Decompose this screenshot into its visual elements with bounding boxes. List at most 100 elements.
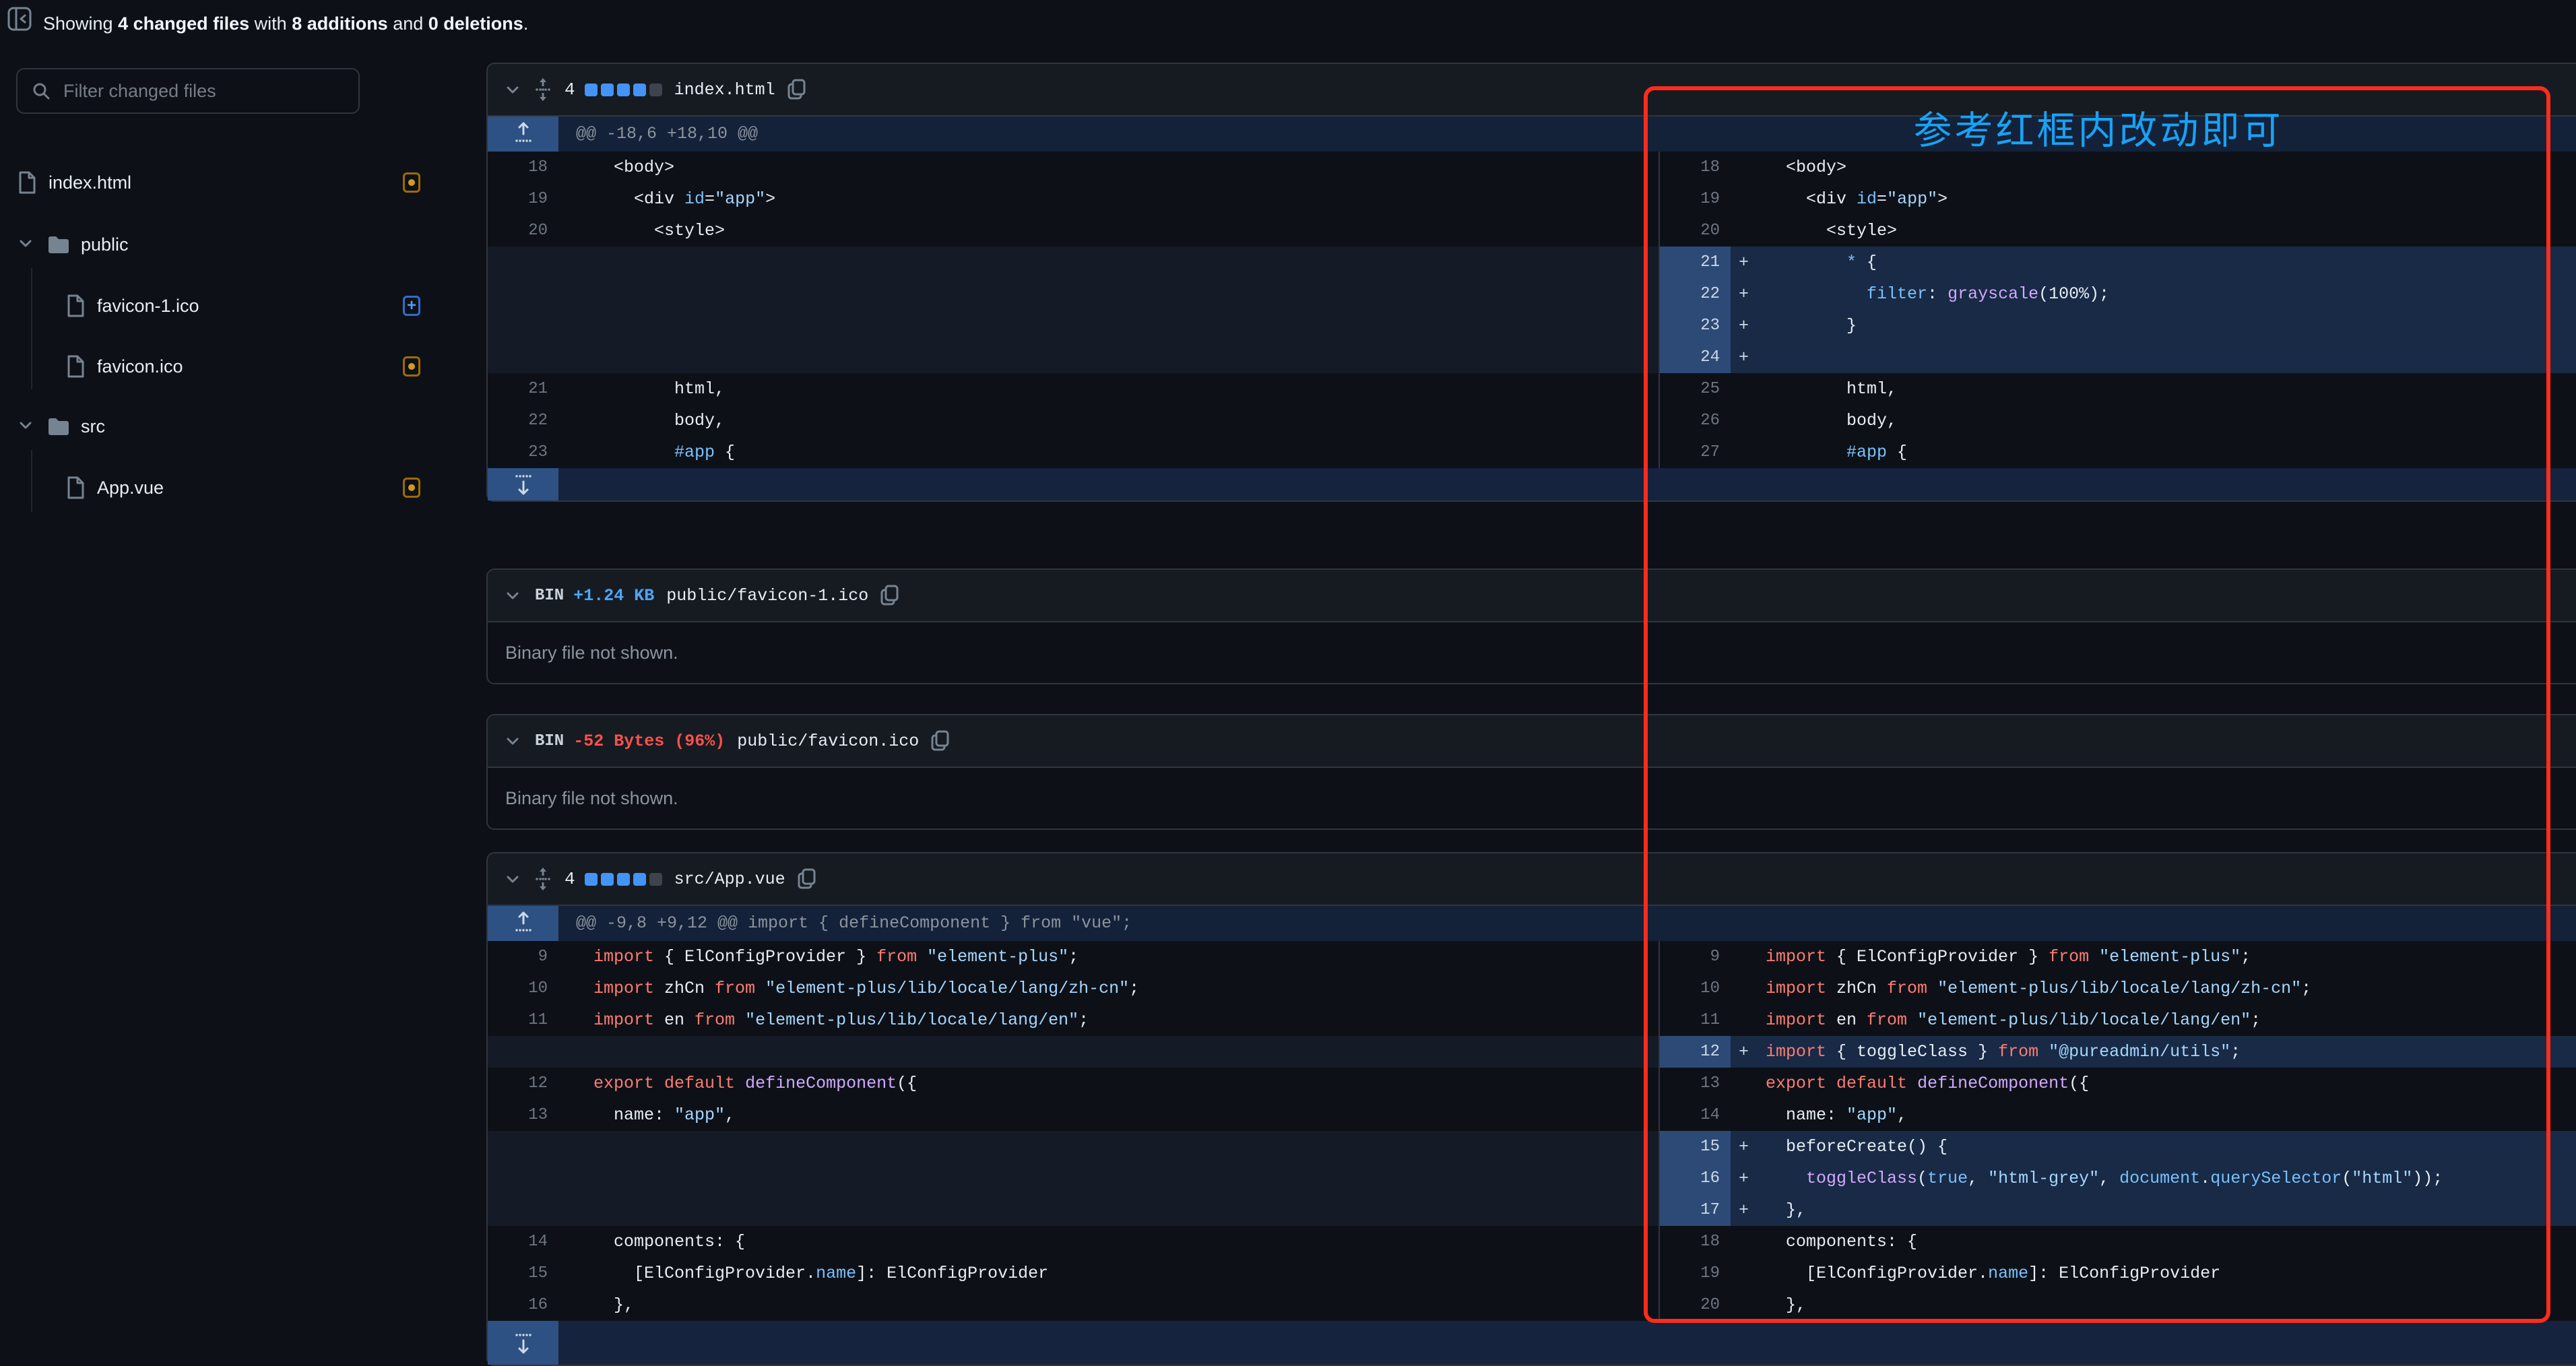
diff-marker <box>558 941 593 973</box>
line-number: 24 <box>1660 342 1731 373</box>
copy-path-button[interactable] <box>786 78 808 101</box>
diff-marker <box>558 1226 593 1258</box>
sidebar-item-public[interactable]: public <box>0 223 445 266</box>
collapse-section-button[interactable] <box>503 79 523 100</box>
line-number: 9 <box>1660 941 1731 973</box>
copy-path-button[interactable] <box>796 868 818 890</box>
line-number: 19 <box>1660 183 1731 215</box>
line-number: 18 <box>1660 1226 1731 1258</box>
code-line: export default defineComponent({ <box>593 1074 917 1093</box>
code-line: <div id="app"> <box>593 189 776 209</box>
diff-marker <box>1731 1289 1766 1321</box>
chevron-down-icon[interactable] <box>16 416 35 438</box>
file-section-public-favicon-1-ico: BIN +1.24 KB public/favicon-1.ico Binary… <box>486 568 2576 684</box>
sidebar-item-favicon-ico[interactable]: favicon.ico <box>0 345 445 388</box>
collapse-section-button[interactable] <box>503 731 523 751</box>
line-number: 12 <box>1660 1036 1731 1068</box>
diff-code-row: 24 + <box>1659 342 2576 373</box>
copy-icon <box>787 79 806 100</box>
file-name[interactable]: public/favicon-1.ico <box>666 586 868 606</box>
code-line: <body> <box>593 158 675 177</box>
chevron-down-icon <box>507 876 519 883</box>
diff-marker <box>558 436 593 468</box>
tree-guide-line <box>31 268 32 389</box>
sidebar-item-index-html[interactable]: index.html <box>0 161 445 204</box>
file-name[interactable]: src/App.vue <box>674 870 785 889</box>
code-line: import en from "element-plus/lib/locale/… <box>1766 1010 2261 1030</box>
code-line: import zhCn from "element-plus/lib/local… <box>1766 979 2312 998</box>
collapse-section-button[interactable] <box>503 585 523 606</box>
sidebar-item-favicon-1-ico[interactable]: favicon-1.ico + <box>0 284 445 327</box>
code-line: }, <box>593 1295 635 1315</box>
added-status-icon: + <box>403 296 420 316</box>
collapse-file-tree-icon[interactable] <box>7 6 32 32</box>
diff-code-row: 20 }, <box>1659 1289 2576 1321</box>
code-line: [ElConfigProvider.name]: ElConfigProvide… <box>1766 1264 2221 1283</box>
folder-icon <box>49 418 69 435</box>
line-number: 22 <box>1660 278 1731 310</box>
diff-filler-row <box>488 1036 1659 1068</box>
diff-marker <box>558 1289 593 1321</box>
sidebar-item-app-vue[interactable]: App.vue <box>0 466 445 509</box>
expand-down-button[interactable] <box>488 1321 558 1365</box>
file-name[interactable]: index.html <box>674 80 775 100</box>
diff-code-row: 13 name: "app", <box>488 1099 1659 1131</box>
expand-up-button[interactable] <box>488 906 558 941</box>
drag-handle[interactable] <box>534 866 552 892</box>
diff-filler-row <box>488 278 1659 310</box>
code-line: <body> <box>1766 158 1847 177</box>
code-line: import zhCn from "element-plus/lib/local… <box>593 979 1140 998</box>
chevron-down-icon[interactable] <box>16 234 35 256</box>
collapse-section-button[interactable] <box>503 869 523 889</box>
line-number: 16 <box>488 1289 558 1321</box>
copy-path-button[interactable] <box>930 729 951 752</box>
code-line: }, <box>1766 1295 1807 1315</box>
search-icon <box>33 83 50 100</box>
line-number: 25 <box>1660 373 1731 405</box>
code-line: name: "app", <box>1766 1105 1908 1125</box>
tree-guide-line <box>31 450 32 512</box>
expand-up-button[interactable] <box>488 117 558 152</box>
code-line: name: "app", <box>593 1105 736 1125</box>
diff-code-row: 20 <style> <box>1659 215 2576 247</box>
copy-path-button[interactable] <box>879 584 901 607</box>
diff-code-row: 12 export default defineComponent({ <box>488 1068 1659 1099</box>
file-name[interactable]: public/favicon.ico <box>737 731 919 751</box>
file-icon <box>67 355 84 378</box>
code-line: html, <box>1766 379 1898 399</box>
tree-item-label: favicon-1.ico <box>97 295 199 316</box>
chevron-down-icon[interactable] <box>16 416 35 434</box>
line-number: 11 <box>1660 1004 1731 1036</box>
code-line: <style> <box>1766 221 1898 240</box>
file-header[interactable]: BIN -52 Bytes (96%) public/favicon.ico <box>488 715 2576 768</box>
chevron-down-icon <box>507 592 519 599</box>
line-number: 22 <box>488 405 558 436</box>
line-number: 17 <box>1660 1194 1731 1226</box>
sidebar-item-src[interactable]: src <box>0 405 445 448</box>
line-number: 15 <box>488 1258 558 1289</box>
line-number: 16 <box>1660 1163 1731 1194</box>
hunk-header-text: @@ -9,8 +9,12 @@ import { defineComponen… <box>576 913 1132 933</box>
filter-changed-files-box[interactable] <box>16 68 360 114</box>
drag-handle[interactable] <box>534 77 552 102</box>
diff-stat-blocks <box>584 83 662 96</box>
tree-item-label: App.vue <box>97 477 164 498</box>
file-header[interactable]: 4 src/App.vue <box>488 853 2576 906</box>
diff-code-row: 9 import { ElConfigProvider } from "elem… <box>1659 941 2576 973</box>
diff-code-row: 14 components: { <box>488 1226 1659 1258</box>
file-header[interactable]: BIN +1.24 KB public/favicon-1.ico <box>488 570 2576 622</box>
binary-file-notice: Binary file not shown. <box>488 622 2576 683</box>
expand-down-button[interactable] <box>488 468 558 500</box>
annotation-text: 参考红框内改动即可 <box>1913 109 2284 152</box>
copy-icon <box>798 868 816 889</box>
diff-code-row: 13 export default defineComponent({ <box>1659 1068 2576 1099</box>
changes-count: 4 <box>565 869 575 889</box>
expand-up-icon <box>515 910 532 937</box>
chevron-down-icon[interactable] <box>16 234 35 253</box>
bin-label: BIN <box>535 586 565 605</box>
file-icon <box>67 476 84 499</box>
filter-changed-files-input[interactable] <box>62 79 334 102</box>
copy-icon <box>880 585 899 606</box>
diff-code-row: 15 + beforeCreate() { <box>1659 1131 2576 1163</box>
